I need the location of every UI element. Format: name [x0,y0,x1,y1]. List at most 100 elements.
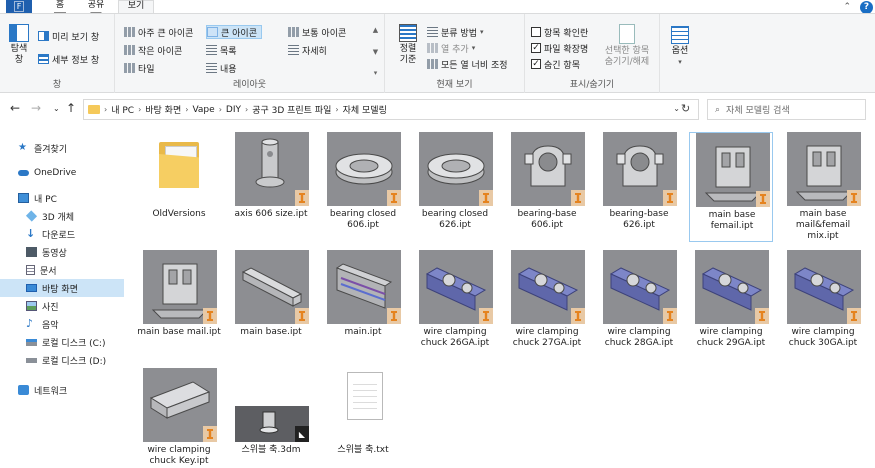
breadcrumb-separator-icon[interactable]: › [219,105,222,114]
file-item[interactable]: bearing-base 606.ipt [505,132,589,242]
file-extensions-checkbox[interactable]: ✓ [531,43,541,53]
tab-share-label: 공유 [87,0,105,10]
layout-small-icons[interactable]: 작은 아이콘 [124,43,182,57]
file-item[interactable]: wire clamping chuck 28GA.ipt [597,250,681,360]
file-item[interactable]: wire clamping chuck 26GA.ipt [413,250,497,360]
breadcrumb-item[interactable]: DIY [226,105,241,115]
file-item[interactable]: bearing-base 626.ipt [597,132,681,242]
file-item[interactable]: wire clamping chuck 27GA.ipt [505,250,589,360]
breadcrumb-item[interactable]: Vape [192,105,214,115]
sidebar-item-label: 네트워크 [34,386,68,397]
add-columns-button[interactable]: 열 추가 ▾ [427,41,475,55]
search-box[interactable]: ⌕ 자체 모델링 검색 [707,99,866,120]
file-item[interactable]: bearing closed 606.ipt [321,132,405,242]
tab-view[interactable]: 보기 V [118,0,154,24]
preview-pane-button[interactable]: 미리 보기 창 [38,29,99,43]
item-checkboxes-checkbox[interactable] [531,27,541,37]
inventor-app-icon [387,190,401,206]
sidebar-item-3d-objects[interactable]: 3D 개체 [0,207,124,225]
breadcrumb-separator-icon[interactable]: › [185,105,188,114]
sidebar-item-this-pc[interactable]: 내 PC [0,189,124,207]
layout-item-label: 큰 아이콘 [221,28,257,39]
layout-content[interactable]: 내용 [206,61,237,75]
layout-extra-large-icons[interactable]: 아주 큰 아이콘 [124,25,193,39]
file-item[interactable]: wire clamping chuck 30GA.ipt [781,250,865,360]
address-bar[interactable]: › 내 PC › 바탕 화면 › Vape › DIY › 공구 3D 프린트 … [83,99,699,120]
file-item[interactable]: main.ipt [321,250,405,360]
options-button[interactable]: 옵션 ▾ [666,26,694,68]
file-item[interactable]: main base mail.ipt [137,250,221,360]
breadcrumb-item[interactable]: 자체 모델링 [343,103,387,116]
forward-arrow-icon[interactable]: → [31,101,41,115]
sidebar-item-onedrive[interactable]: OneDrive [0,164,124,182]
sidebar-item-desktop[interactable]: 바탕 화면 [0,279,124,297]
list-icon [206,45,217,55]
breadcrumb-item[interactable]: 내 PC [111,103,134,116]
layout-medium-icons[interactable]: 보통 아이콘 [288,25,346,39]
layout-tiles[interactable]: 타일 [124,61,155,75]
sidebar-item-drive-c[interactable]: 로컬 디스크 (C:) [0,333,124,351]
file-item[interactable]: bearing closed 626.ipt [413,132,497,242]
file-item[interactable]: axis 606 size.ipt [229,132,313,242]
back-arrow-icon[interactable]: ← [10,101,20,115]
sidebar-item-label: 사진 [42,302,59,313]
layout-large-icons[interactable]: 큰 아이콘 [206,25,262,39]
file-item[interactable]: ◣ 스위블 축.3dm [229,368,313,468]
breadcrumb-item[interactable]: 공구 3D 프린트 파일 [252,103,331,116]
recent-locations-icon[interactable]: ⌄ [53,104,60,113]
breadcrumb-separator-icon[interactable]: › [104,105,107,114]
tab-share[interactable]: 공유 S [82,0,110,23]
up-arrow-icon[interactable]: ↑ [66,101,76,115]
layout-details[interactable]: 자세히 [288,43,327,57]
video-icon [26,247,37,257]
search-placeholder: 자체 모델링 검색 [726,106,790,116]
hide-selected-items-button[interactable]: 선택한 항목 숨기기/해제 [600,24,654,68]
tab-home[interactable]: 홈 H [46,0,74,23]
address-dropdown-icon[interactable]: ⌄ [673,104,680,113]
document-icon [26,265,35,275]
file-item[interactable]: main base femail.ipt [689,132,773,242]
breadcrumb-separator-icon[interactable]: › [138,105,141,114]
breadcrumb-separator-icon[interactable]: › [335,105,338,114]
layout-gallery-scroll[interactable]: ▲ ▼ ▾ [370,26,381,77]
file-item[interactable]: wire clamping chuck 29GA.ipt [689,250,773,360]
sidebar-item-drive-d[interactable]: 로컬 디스크 (D:) [0,351,124,369]
sidebar-item-videos[interactable]: 동영상 [0,243,124,261]
sidebar-item-music[interactable]: ♪ 음악 [0,315,124,333]
hide-selected-icon [619,24,635,44]
scroll-up-icon[interactable]: ▲ [373,26,378,34]
inventor-part-thumbnail [327,250,401,324]
breadcrumb-item[interactable]: 바탕 화면 [145,103,181,116]
group-by-button[interactable]: 분류 방법 ▾ [427,25,484,39]
tab-file[interactable]: F [6,0,32,13]
sort-by-button[interactable]: 정렬 기준 [393,24,423,66]
inventor-glyph [483,193,489,203]
file-item[interactable]: wire clamping chuck Key.ipt [137,368,221,468]
sidebar-item-network[interactable]: 네트워크 [0,381,124,399]
inventor-glyph [760,194,766,204]
sidebar-item-pictures[interactable]: 사진 [0,297,124,315]
hidden-items-checkbox[interactable]: ✓ [531,59,541,69]
sidebar-item-quick-access[interactable]: ★ 즐겨찾기 [0,139,124,157]
download-icon: ↓ [26,227,36,240]
file-item[interactable]: OldVersions [137,132,221,242]
inventor-glyph [575,311,581,321]
file-extensions-toggle[interactable]: ✓ 파일 확장명 [531,41,588,55]
navigation-pane-button[interactable]: 탐색 창 [6,24,32,66]
breadcrumb-separator-icon[interactable]: › [245,105,248,114]
size-all-columns-button[interactable]: 모든 열 너비 조정 [427,57,508,71]
details-pane-button[interactable]: 세부 정보 창 [38,52,99,66]
file-item[interactable]: main base.ipt [229,250,313,360]
collapse-ribbon-icon[interactable]: ⌃ [843,2,851,12]
hidden-items-toggle[interactable]: ✓ 숨긴 항목 [531,57,580,71]
layout-list[interactable]: 목록 [206,43,237,57]
file-item[interactable]: 스위블 축.txt [321,368,405,468]
sidebar-item-documents[interactable]: 문서 [0,261,124,279]
scroll-down-icon[interactable]: ▼ [373,48,378,56]
item-checkboxes-toggle[interactable]: 항목 확인란 [531,25,588,39]
more-icon[interactable]: ▾ [374,69,378,77]
file-item[interactable]: main base mail&femail mix.ipt [781,132,865,242]
refresh-icon[interactable]: ↻ [681,102,690,115]
inventor-part-thumbnail [419,250,493,324]
sidebar-item-downloads[interactable]: ↓ 다운로드 [0,225,124,243]
